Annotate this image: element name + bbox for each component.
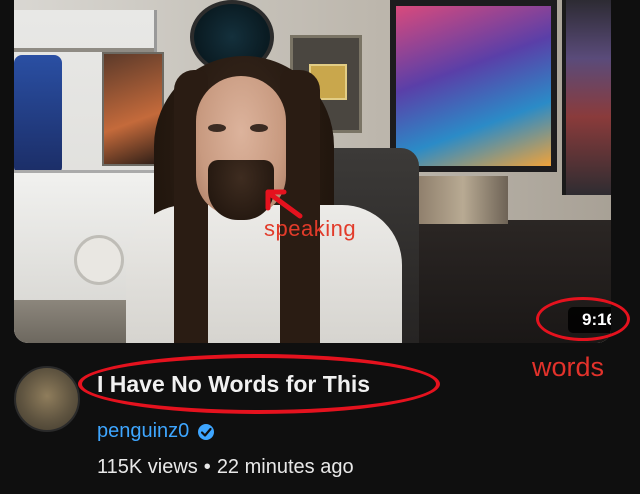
- video-title[interactable]: I Have No Words for This: [97, 371, 370, 398]
- channel-avatar[interactable]: [14, 366, 80, 432]
- thumbnail-figure: [14, 55, 62, 175]
- duration-annotation-ring: [536, 297, 630, 341]
- view-count: 115K views: [97, 456, 198, 478]
- thumbnail-poster-far: [562, 0, 611, 195]
- thumbnail-person-eye-right: [250, 124, 268, 132]
- thumbnail-desk-items: [418, 176, 508, 224]
- video-metadata: 115K views • 22 minutes ago: [97, 456, 354, 479]
- video-card[interactable]: speaking 9:16 words I Have No Words for …: [0, 0, 640, 494]
- video-thumbnail[interactable]: speaking 9:16: [14, 0, 611, 343]
- words-annotation: words: [532, 352, 605, 382]
- thumbnail-poster-right: [390, 0, 557, 172]
- channel-row: penguinz0: [97, 420, 215, 443]
- upload-age: 22 minutes ago: [216, 456, 354, 478]
- verified-check-icon: [198, 423, 215, 440]
- meta-separator: •: [203, 456, 211, 478]
- channel-name[interactable]: penguinz0: [97, 420, 189, 443]
- thumbnail-person-eye-left: [208, 124, 226, 132]
- thumbnail-cabinet-badge: [74, 235, 124, 285]
- speaking-annotation: speaking: [264, 216, 357, 241]
